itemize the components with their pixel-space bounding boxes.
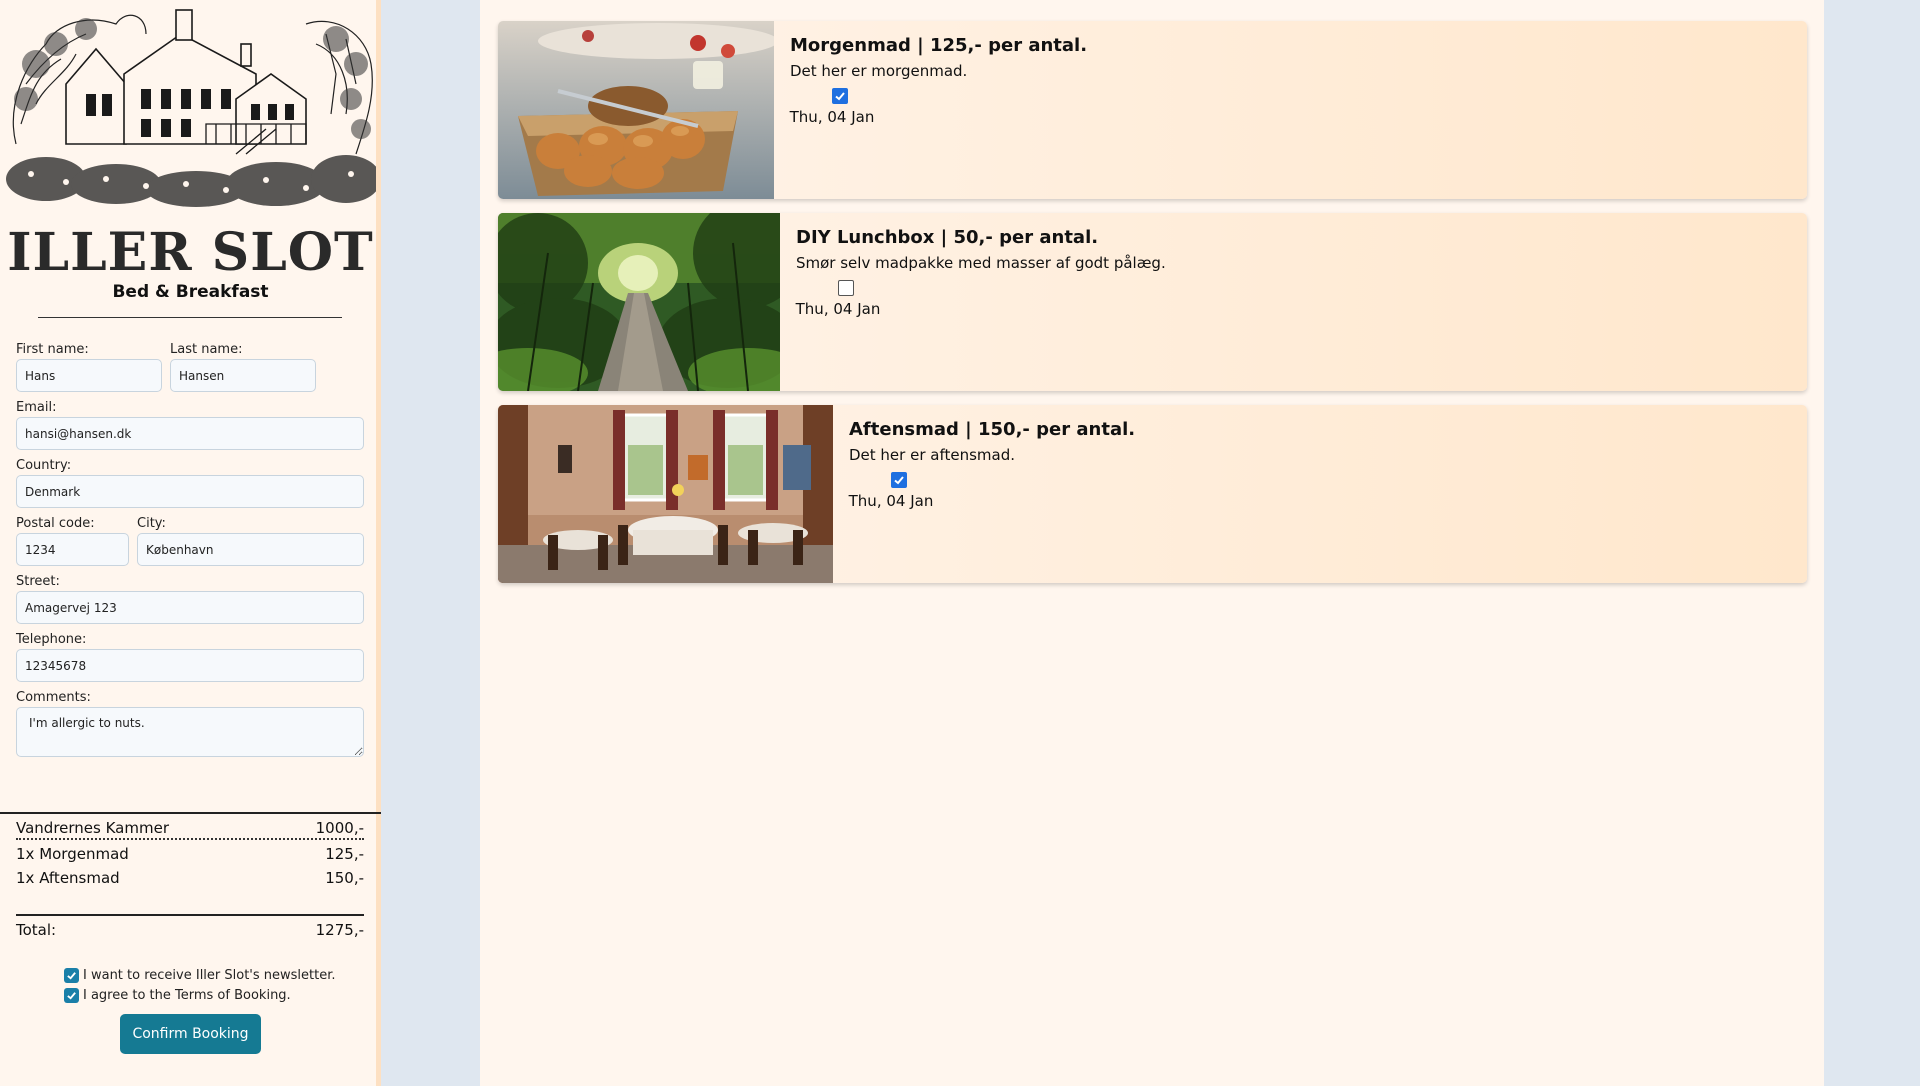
summary-total-row: Total: 1275,- xyxy=(16,921,364,939)
summary-line-item: 1x Aftensmad 150,- xyxy=(16,869,364,887)
newsletter-consent: I want to receive Iller Slot's newslette… xyxy=(64,968,336,983)
summary-line-item: Vandrernes Kammer 1000,- xyxy=(16,819,364,840)
meal-card-body: Aftensmad | 150,- per antal. Det her er … xyxy=(833,405,1135,583)
confirm-booking-button[interactable]: Confirm Booking xyxy=(120,1014,261,1054)
date-checkbox[interactable] xyxy=(832,88,848,104)
country-label: Country: xyxy=(16,458,72,473)
telephone-input[interactable] xyxy=(16,649,364,682)
summary-divider-bottom xyxy=(16,914,364,916)
brand-title: ILLER SLOT xyxy=(7,222,374,283)
date-label: Thu, 04 Jan xyxy=(789,108,875,126)
meal-card-body: DIY Lunchbox | 50,- per antal. Smør selv… xyxy=(780,213,1166,391)
meal-title: Aftensmad | 150,- per antal. xyxy=(849,419,1136,440)
check-icon xyxy=(894,476,904,485)
country-input[interactable] xyxy=(16,475,364,508)
summary-item-name: 1x Aftensmad xyxy=(16,869,120,887)
meal-card: DIY Lunchbox | 50,- per antal. Smør selv… xyxy=(498,213,1807,391)
meal-card: Morgenmad | 125,- per antal. Det her er … xyxy=(498,21,1807,199)
dining-room-image xyxy=(498,405,833,583)
meal-description: Det her er aftensmad. xyxy=(849,446,1015,464)
meal-card-body: Morgenmad | 125,- per antal. Det her er … xyxy=(774,21,1087,199)
summary-line-item: 1x Morgenmad 125,- xyxy=(16,845,364,863)
last-name-input[interactable] xyxy=(170,359,316,392)
date-label: Thu, 04 Jan xyxy=(795,300,881,318)
meal-description: Smør selv madpakke med masser af godt på… xyxy=(796,254,1166,272)
last-name-label: Last name: xyxy=(170,342,243,357)
castle-drawing-logo xyxy=(6,4,376,220)
forest-path-image xyxy=(498,213,780,391)
first-name-input[interactable] xyxy=(16,359,162,392)
total-value: 1275,- xyxy=(315,921,364,939)
terms-checkbox[interactable] xyxy=(64,988,79,1003)
summary-item-price: 150,- xyxy=(325,869,364,887)
comments-label: Comments: xyxy=(16,690,91,705)
booking-sidebar: ILLER SLOT Bed & Breakfast First name: L… xyxy=(0,0,381,1086)
brand-divider xyxy=(38,317,342,318)
bread-basket-image xyxy=(498,21,774,199)
email-input[interactable] xyxy=(16,417,364,450)
terms-label: I agree to the Terms of Booking. xyxy=(83,988,291,1003)
city-label: City: xyxy=(137,516,166,531)
postal-code-label: Postal code: xyxy=(16,516,95,531)
date-label: Thu, 04 Jan xyxy=(848,492,934,510)
summary-divider-top xyxy=(0,812,381,814)
total-label: Total: xyxy=(16,921,57,939)
check-icon xyxy=(67,992,76,1000)
first-name-label: First name: xyxy=(16,342,89,357)
date-option: Thu, 04 Jan xyxy=(796,280,896,318)
meal-card: Aftensmad | 150,- per antal. Det her er … xyxy=(498,405,1807,583)
date-option: Thu, 04 Jan xyxy=(790,88,890,126)
meal-title: DIY Lunchbox | 50,- per antal. xyxy=(796,227,1099,248)
date-checkbox[interactable] xyxy=(891,472,907,488)
city-input[interactable] xyxy=(137,533,364,566)
meal-description: Det her er morgenmad. xyxy=(790,62,968,80)
newsletter-label: I want to receive Iller Slot's newslette… xyxy=(83,968,336,983)
summary-item-price: 125,- xyxy=(325,845,364,863)
postal-code-input[interactable] xyxy=(16,533,129,566)
summary-item-name: Vandrernes Kammer xyxy=(16,819,169,837)
summary-item-name: 1x Morgenmad xyxy=(16,845,129,863)
brand-subtitle: Bed & Breakfast xyxy=(112,282,269,302)
email-label: Email: xyxy=(16,400,57,415)
telephone-label: Telephone: xyxy=(16,632,87,647)
date-checkbox[interactable] xyxy=(838,280,854,296)
terms-consent: I agree to the Terms of Booking. xyxy=(64,988,291,1003)
street-input[interactable] xyxy=(16,591,364,624)
date-option: Thu, 04 Jan xyxy=(849,472,949,510)
comments-textarea[interactable]: I'm allergic to nuts. xyxy=(16,707,364,757)
street-label: Street: xyxy=(16,574,60,589)
check-icon xyxy=(67,972,76,980)
newsletter-checkbox[interactable] xyxy=(64,968,79,983)
meal-title: Morgenmad | 125,- per antal. xyxy=(790,35,1088,56)
summary-item-price: 1000,- xyxy=(315,819,364,837)
check-icon xyxy=(835,92,845,101)
